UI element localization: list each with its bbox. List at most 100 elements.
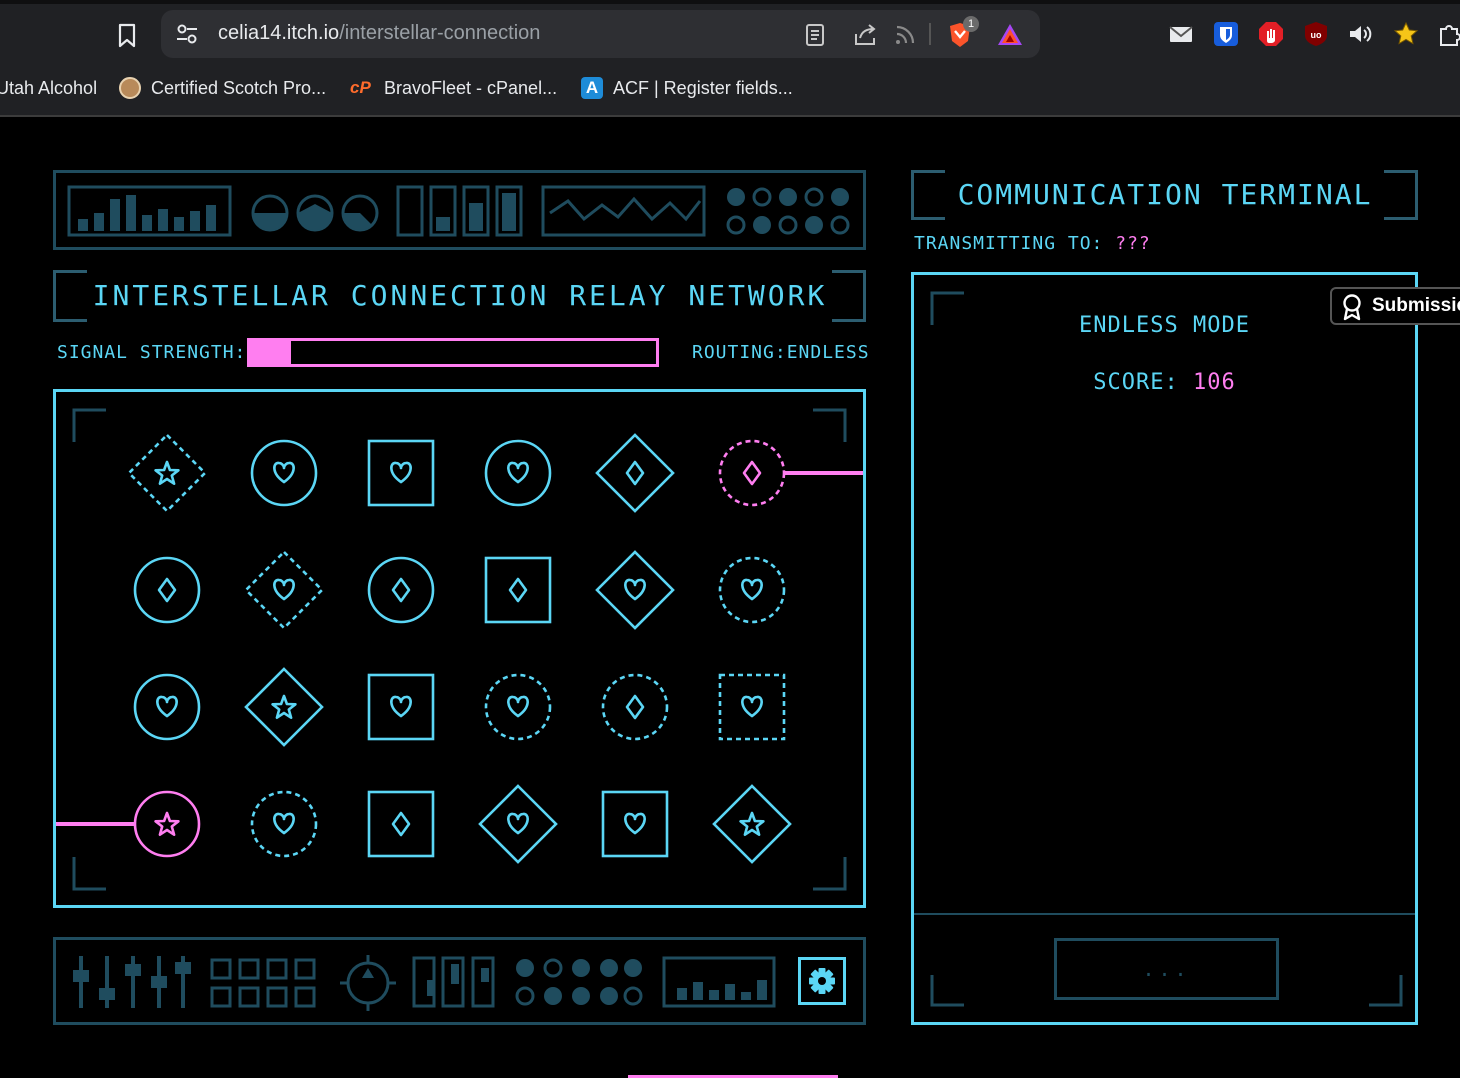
signal-strength-fill	[250, 341, 291, 364]
bookmark-bravofleet[interactable]: cP BravoFleet - cPanel...	[350, 76, 557, 100]
relay-node[interactable]	[244, 550, 324, 630]
cpanel-favicon-icon: cP	[350, 78, 371, 97]
separator	[929, 23, 931, 45]
relay-node[interactable]	[595, 433, 675, 513]
circle-node-frame	[367, 556, 435, 624]
circle-node-frame	[484, 439, 552, 507]
transmitting-to: TRANSMITTING TO: ???	[914, 233, 1151, 254]
bottom-control-panel	[53, 937, 866, 1025]
relay-node[interactable]	[133, 556, 201, 624]
diamond-node-frame	[478, 784, 558, 864]
relay-node[interactable]	[367, 673, 435, 741]
top-instrument-panel	[53, 170, 866, 250]
signal-strength-label: SIGNAL STRENGTH:	[57, 342, 247, 363]
diamond-node-frame	[595, 550, 675, 630]
relay-node[interactable]	[718, 556, 786, 624]
adblock-extension-icon[interactable]	[1257, 20, 1285, 48]
star-extension-icon[interactable]	[1392, 20, 1420, 48]
relay-node[interactable]	[127, 433, 207, 513]
relay-node[interactable]	[250, 790, 318, 858]
address-bar[interactable]: celia14.itch.io/interstellar-connection …	[161, 10, 1040, 58]
square-node-frame	[718, 673, 786, 741]
gear-icon	[809, 968, 835, 994]
score-value: 106	[1192, 370, 1236, 395]
control-decorations	[73, 955, 776, 1011]
submission-label: Submission	[1372, 295, 1460, 316]
transmitting-target: ???	[1115, 233, 1151, 254]
url-path: /interstellar-connection	[339, 22, 541, 44]
ublock-extension-icon[interactable]: uo	[1302, 20, 1330, 48]
diamond-node-frame	[127, 433, 207, 513]
circle-node-frame	[484, 673, 552, 741]
volume-extension-icon[interactable]	[1346, 20, 1374, 48]
circle-node-frame	[133, 556, 201, 624]
square-node-frame	[367, 790, 435, 858]
diamond-node-frame	[244, 550, 324, 630]
submission-button[interactable]: Submission	[1330, 287, 1460, 325]
bookmarks-bar: Utah Alcohol Certified Scotch Pro... cP B…	[0, 70, 1460, 106]
diamond-node-frame	[595, 433, 675, 513]
relay-node[interactable]	[367, 439, 435, 507]
square-node-frame	[367, 439, 435, 507]
relay-node[interactable]	[718, 439, 786, 507]
browser-chrome: celia14.itch.io/interstellar-connection …	[0, 0, 1460, 117]
url-host: celia14.itch.io	[218, 22, 340, 44]
seal-favicon-icon	[119, 77, 141, 99]
relay-grid-canvas	[56, 408, 863, 891]
svg-text:uo: uo	[1311, 30, 1322, 40]
acf-favicon-icon: A	[581, 77, 603, 99]
relay-node[interactable]	[244, 667, 324, 747]
game-title: INTERSTELLAR CONNECTION RELAY NETWORK	[92, 279, 828, 312]
transmitting-label: TRANSMITTING TO:	[914, 233, 1104, 254]
relay-node[interactable]	[601, 790, 669, 858]
brave-shields-badge: 1	[963, 16, 979, 32]
brave-rewards-icon[interactable]	[995, 20, 1025, 50]
settings-button[interactable]	[798, 957, 846, 1005]
routing-label: ROUTING:ENDLESS	[692, 342, 870, 363]
send-message-button[interactable]: ...	[1054, 938, 1279, 1000]
circle-node-frame	[250, 439, 318, 507]
share-icon[interactable]	[852, 22, 878, 48]
relay-node[interactable]	[718, 673, 786, 741]
relay-node[interactable]	[133, 673, 201, 741]
relay-node[interactable]	[133, 790, 201, 858]
relay-node[interactable]	[484, 556, 552, 624]
bookmark-label: Utah Alcohol	[0, 77, 98, 98]
relay-node[interactable]	[250, 439, 318, 507]
score-label: SCORE:	[1093, 370, 1179, 395]
circle-node-frame	[133, 673, 201, 741]
bookmark-scotch[interactable]: Certified Scotch Pro...	[119, 76, 326, 100]
relay-node[interactable]	[367, 790, 435, 858]
bookmark-page-icon[interactable]	[112, 20, 142, 50]
bookmark-acf[interactable]: A ACF | Register fields...	[581, 76, 793, 100]
relay-node[interactable]	[712, 784, 792, 864]
relay-node[interactable]	[484, 673, 552, 741]
terminal-panel: ENDLESS MODE SCORE: 106 ...	[911, 272, 1418, 1025]
site-settings-icon[interactable]	[175, 23, 199, 45]
square-node-frame	[601, 790, 669, 858]
relay-node[interactable]	[484, 439, 552, 507]
bookmark-utah-alcohol[interactable]: Utah Alcohol	[0, 76, 97, 100]
instrument-decorations	[67, 185, 850, 237]
relay-node[interactable]	[367, 556, 435, 624]
mail-extension-icon[interactable]	[1167, 20, 1195, 48]
diamond-node-frame	[244, 667, 324, 747]
circle-node-frame	[718, 439, 786, 507]
signal-strength-bar	[247, 338, 659, 367]
circle-node-frame	[601, 673, 669, 741]
extensions-puzzle-icon[interactable]	[1436, 20, 1460, 48]
circle-node-frame	[718, 556, 786, 624]
bookmark-label: Certified Scotch Pro...	[151, 77, 327, 98]
award-ribbon-icon	[1343, 294, 1361, 321]
relay-node[interactable]	[478, 784, 558, 864]
bitwarden-extension-icon[interactable]	[1212, 20, 1240, 48]
reader-mode-icon[interactable]	[802, 22, 828, 48]
square-node-frame	[367, 673, 435, 741]
relay-node[interactable]	[601, 673, 669, 741]
terminal-divider	[914, 913, 1415, 915]
relay-node[interactable]	[595, 550, 675, 630]
diamond-node-frame	[712, 784, 792, 864]
bookmark-label: BravoFleet - cPanel...	[384, 77, 558, 98]
rss-icon[interactable]	[892, 22, 918, 48]
circle-node-frame	[133, 790, 201, 858]
